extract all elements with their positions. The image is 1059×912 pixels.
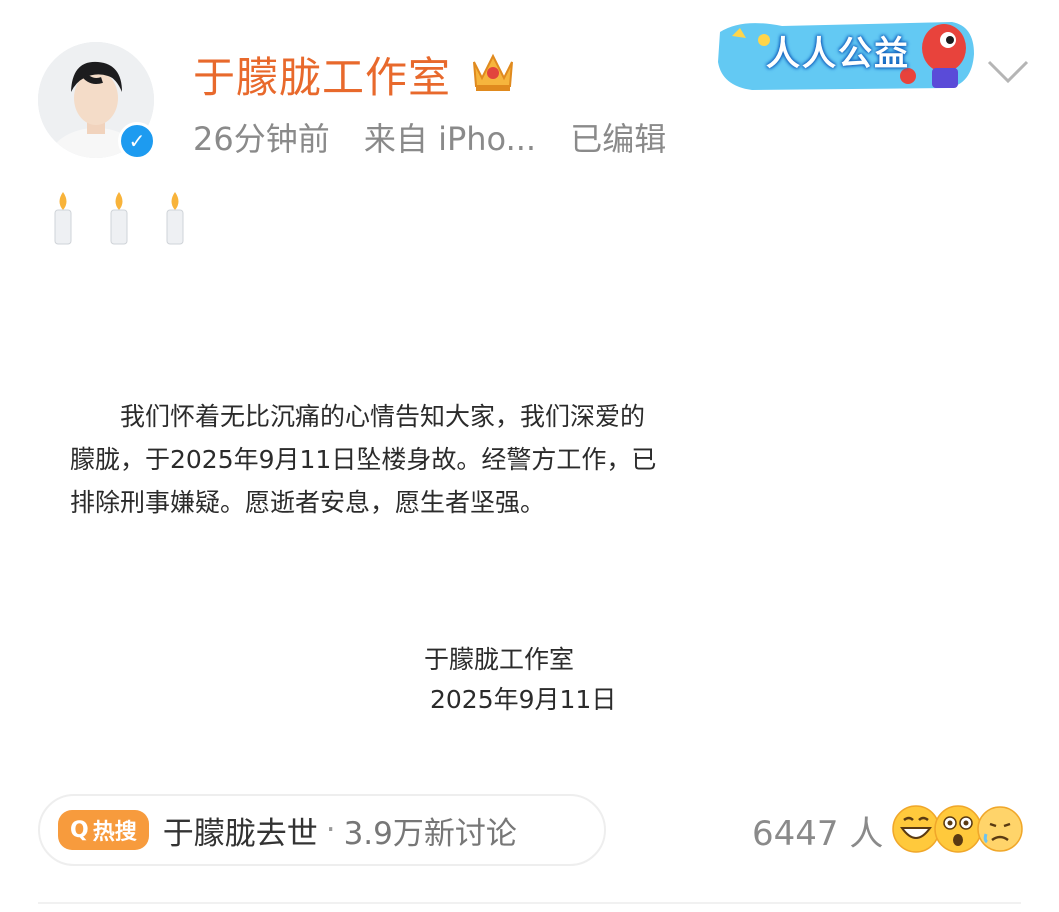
statement-signature: 于朦胧工作室 xyxy=(424,645,575,674)
edited-label[interactable]: 已编辑 xyxy=(570,120,666,158)
chevron-down-icon[interactable] xyxy=(985,54,1031,88)
post-source[interactable]: 来自 iPho... xyxy=(364,120,536,158)
candle-icon xyxy=(166,192,184,245)
shocked-emoji-icon xyxy=(934,805,982,853)
charity-badge-label: 人人公益 xyxy=(766,34,910,74)
sad-emoji-icon xyxy=(977,806,1023,852)
statement-body: 我们怀着无比沉痛的心情告知大家，我们深爱的朦胧，于2025年9月11日坠楼身故。… xyxy=(70,402,657,517)
statement-date: 2025年9月11日 xyxy=(430,685,617,714)
reaction-count[interactable]: 6447 人 xyxy=(752,806,883,855)
post-time: 26分钟前 xyxy=(193,120,330,158)
separator: · xyxy=(325,812,336,848)
reaction-emojis[interactable] xyxy=(892,804,1024,854)
verified-badge-icon: ✓ xyxy=(118,122,156,160)
crown-icon xyxy=(473,53,513,91)
candle-icon xyxy=(54,192,72,245)
hot-search-discussions: 3.9万新讨论 xyxy=(343,815,517,852)
hot-search-link[interactable]: Q 热搜 于朦胧去世 · 3.9万新讨论 xyxy=(38,794,606,866)
hot-search-badge: Q 热搜 xyxy=(58,810,149,850)
username[interactable]: 于朦胧工作室 xyxy=(193,44,451,105)
laughing-emoji-icon xyxy=(892,805,940,853)
post-meta: 26分钟前 来自 iPho... 已编辑 xyxy=(193,114,666,160)
search-icon: Q xyxy=(70,817,89,843)
hot-search-badge-label: 热搜 xyxy=(92,820,137,845)
hot-search-topic: 于朦胧去世 xyxy=(162,815,318,852)
candle-icon xyxy=(110,192,128,245)
divider xyxy=(38,902,1021,904)
weibo-post: ✓ 于朦胧工作室 26分钟前 来自 iPho... 已编辑 人人公益 我们怀着无… xyxy=(0,0,1059,912)
